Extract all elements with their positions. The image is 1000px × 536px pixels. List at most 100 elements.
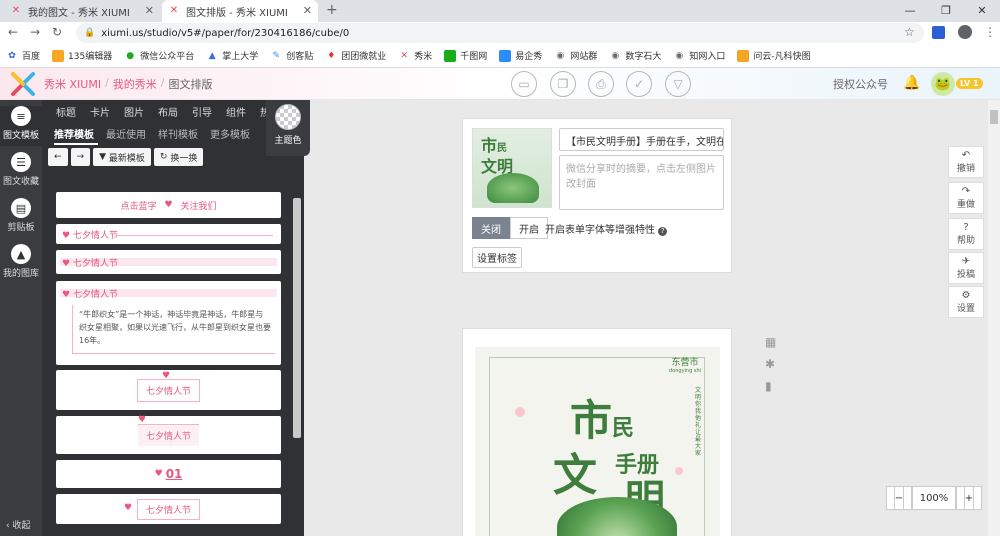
collapse-button[interactable]: ‹ 收起: [6, 518, 30, 531]
level-badge: LV 1: [956, 78, 983, 89]
next-page-button[interactable]: →: [70, 148, 91, 166]
bookmark-item[interactable]: ✕ 秀米: [398, 49, 432, 63]
favorites-icon: ☰: [11, 152, 31, 172]
newest-button[interactable]: ▼ 最新模板: [93, 148, 151, 166]
tab-category[interactable]: 图片: [124, 104, 144, 119]
page-scroll-thumb[interactable]: [990, 110, 998, 124]
back-icon[interactable]: ←: [8, 25, 18, 39]
bookmark-item[interactable]: ♦ 团团微就业: [325, 49, 386, 63]
maximize-icon[interactable]: ❐: [928, 0, 964, 22]
bookmark-item[interactable]: ◉ 数字石大: [609, 49, 661, 63]
toggle-on-button[interactable]: 开启: [510, 217, 548, 239]
tab-category[interactable]: 卡片: [90, 104, 110, 119]
settings-button[interactable]: ⚙ 设置: [948, 286, 984, 318]
authorize-account-link[interactable]: 授权公众号: [833, 76, 888, 92]
list-item[interactable]: ♥ 01: [56, 460, 281, 488]
poster-image[interactable]: 东营市 dongying shi 文明你我他 礼让最大家 市民 手册 文 明: [475, 347, 720, 536]
title-input[interactable]: 【市民文明手册】手册在手，文明在心: [559, 128, 724, 151]
toggle-off-button[interactable]: 关闭: [472, 217, 510, 239]
arrow-right-icon: →: [76, 152, 85, 162]
list-item[interactable]: ♥ 七夕情人节: [56, 370, 281, 410]
bookmark-item[interactable]: ◉ 知网入口: [673, 49, 725, 63]
close-tab-icon[interactable]: ✕: [303, 4, 312, 17]
panel-scroll-thumb[interactable]: [293, 198, 301, 438]
question-icon[interactable]: ?: [658, 227, 668, 236]
rail-item-favorites[interactable]: ☰ 图文收藏: [0, 152, 42, 187]
save-check-icon[interactable]: ✓: [626, 71, 652, 97]
breadcrumb-my-xiumi[interactable]: 我的秀米: [113, 76, 157, 92]
tab-sample[interactable]: 样刊模板: [158, 126, 198, 141]
breadcrumb-home[interactable]: 秀米 XIUMI: [44, 76, 101, 92]
bookmark-item[interactable]: ◉ 网站群: [554, 49, 597, 63]
bookmark-item[interactable]: ✎ 创客贴: [270, 49, 313, 63]
tab-recent[interactable]: 最近使用: [106, 126, 146, 141]
browser-menu-icon[interactable]: ⋮: [984, 25, 996, 39]
open-folder-icon[interactable]: ▭: [511, 71, 537, 97]
article-canvas[interactable]: 东营市 dongying shi 文明你我他 礼让最大家 市民 手册 文 明: [462, 328, 732, 536]
refresh-button[interactable]: ↻ 换一换: [153, 148, 204, 166]
minimize-icon[interactable]: —: [892, 0, 928, 22]
list-item[interactable]: 点击蓝字 ♥ 关注我们: [56, 192, 281, 218]
tab-recommended[interactable]: 推荐模板: [54, 126, 94, 141]
bookmark-item[interactable]: 千图网: [444, 49, 487, 62]
profile-icon[interactable]: [958, 25, 972, 39]
rail-item-clipboard[interactable]: ▤ 剪贴板: [0, 198, 42, 233]
rail-item-gallery[interactable]: ▲ 我的图库: [0, 244, 42, 279]
new-tab-button[interactable]: +: [326, 2, 338, 18]
theme-color-button[interactable]: 主题色: [266, 100, 310, 156]
tab-more[interactable]: 更多模板: [210, 126, 250, 141]
page-scrollbar[interactable]: [988, 100, 1000, 536]
redo-button[interactable]: ↷ 重做: [948, 182, 984, 214]
bookmark-item[interactable]: ● 微信公众平台: [124, 49, 194, 63]
bookmark-item[interactable]: 问云-凡科快图: [737, 49, 811, 62]
redo-icon: ↷: [961, 186, 971, 197]
bookmark-item[interactable]: 135编辑器: [52, 49, 112, 62]
zoom-out-button[interactable]: −: [886, 486, 912, 510]
cover-image[interactable]: 市民 文明: [472, 128, 552, 208]
template-panel: 标题 卡片 图片 布局 引导 组件 热门 推荐模板 最近使用 样刊模板 更多模板…: [42, 100, 304, 536]
list-item[interactable]: ♥ 七夕情人节: [56, 250, 281, 274]
extension-icon[interactable]: [932, 26, 945, 39]
template-badge: ♥ 七夕情人节: [124, 498, 200, 520]
rail-item-templates[interactable]: ≡ 图文模板: [0, 106, 42, 146]
gear-icon[interactable]: ✱: [765, 357, 779, 379]
bookmark-item[interactable]: ▲ 掌上大学: [206, 49, 258, 63]
close-tab-icon[interactable]: ✕: [145, 4, 154, 17]
bookmark-item[interactable]: 易企秀: [499, 49, 542, 62]
list-item[interactable]: ♥ 七夕情人节: [56, 494, 281, 524]
url-field[interactable]: 🔒 xiumi.us/studio/v5#/paper/for/23041618…: [76, 23, 924, 43]
browser-tab[interactable]: ✕ 我的图文 - 秀米 XIUMI ✕: [4, 0, 160, 22]
browser-tabstrip: ✕ 我的图文 - 秀米 XIUMI ✕ ✕ 图文排版 - 秀米 XIUMI ✕ …: [0, 0, 1000, 22]
bookmark-item[interactable]: ✿ 百度: [6, 49, 40, 63]
list-item[interactable]: ♥ 七夕情人节 “牛郎织女”是一个神话，神话毕竟是神话，牛郎星与织女星相聚，如果…: [56, 281, 281, 365]
prev-page-button[interactable]: ←: [48, 148, 68, 166]
list-item[interactable]: ♥ 七夕情人节: [56, 224, 281, 244]
tab-category[interactable]: 组件: [226, 104, 246, 119]
avatar[interactable]: 🐸: [931, 72, 955, 96]
bookmark-star-icon[interactable]: ☆: [904, 25, 915, 39]
close-window-icon[interactable]: ✕: [964, 0, 1000, 22]
tab-category[interactable]: 布局: [158, 104, 178, 119]
undo-button[interactable]: ↶ 撤销: [948, 146, 984, 178]
submit-button[interactable]: ✈ 投稿: [948, 252, 984, 284]
sync-icon[interactable]: ▽: [665, 71, 691, 97]
xiumi-logo-icon[interactable]: [10, 71, 36, 97]
save-as-icon[interactable]: ❐: [550, 71, 576, 97]
submit-icon: ✈: [961, 256, 971, 267]
layout-grid-icon[interactable]: ▦: [765, 335, 779, 357]
reload-icon[interactable]: ↻: [52, 25, 62, 39]
left-rail: ≡ 图文模板 ☰ 图文收藏 ▤ 剪贴板 ▲ 我的图库: [0, 100, 42, 536]
help-button[interactable]: ? 帮助: [948, 218, 984, 250]
forward-icon[interactable]: →: [30, 25, 40, 39]
set-label-button[interactable]: 设置标签: [472, 247, 522, 268]
bar-chart-icon[interactable]: ▮: [765, 379, 779, 401]
bell-icon[interactable]: 🔔: [903, 75, 920, 91]
zoom-in-button[interactable]: +: [956, 486, 982, 510]
tab-category[interactable]: 引导: [192, 104, 212, 119]
print-icon[interactable]: ⎙: [588, 71, 614, 97]
list-item[interactable]: ♥ 七夕情人节: [56, 415, 281, 454]
zoom-level: 100%: [912, 486, 956, 510]
browser-tab-active[interactable]: ✕ 图文排版 - 秀米 XIUMI ✕: [162, 0, 318, 22]
summary-input[interactable]: 微信分享时的摘要，点击左侧图片改封面: [559, 155, 724, 210]
tab-category[interactable]: 标题: [56, 104, 76, 119]
